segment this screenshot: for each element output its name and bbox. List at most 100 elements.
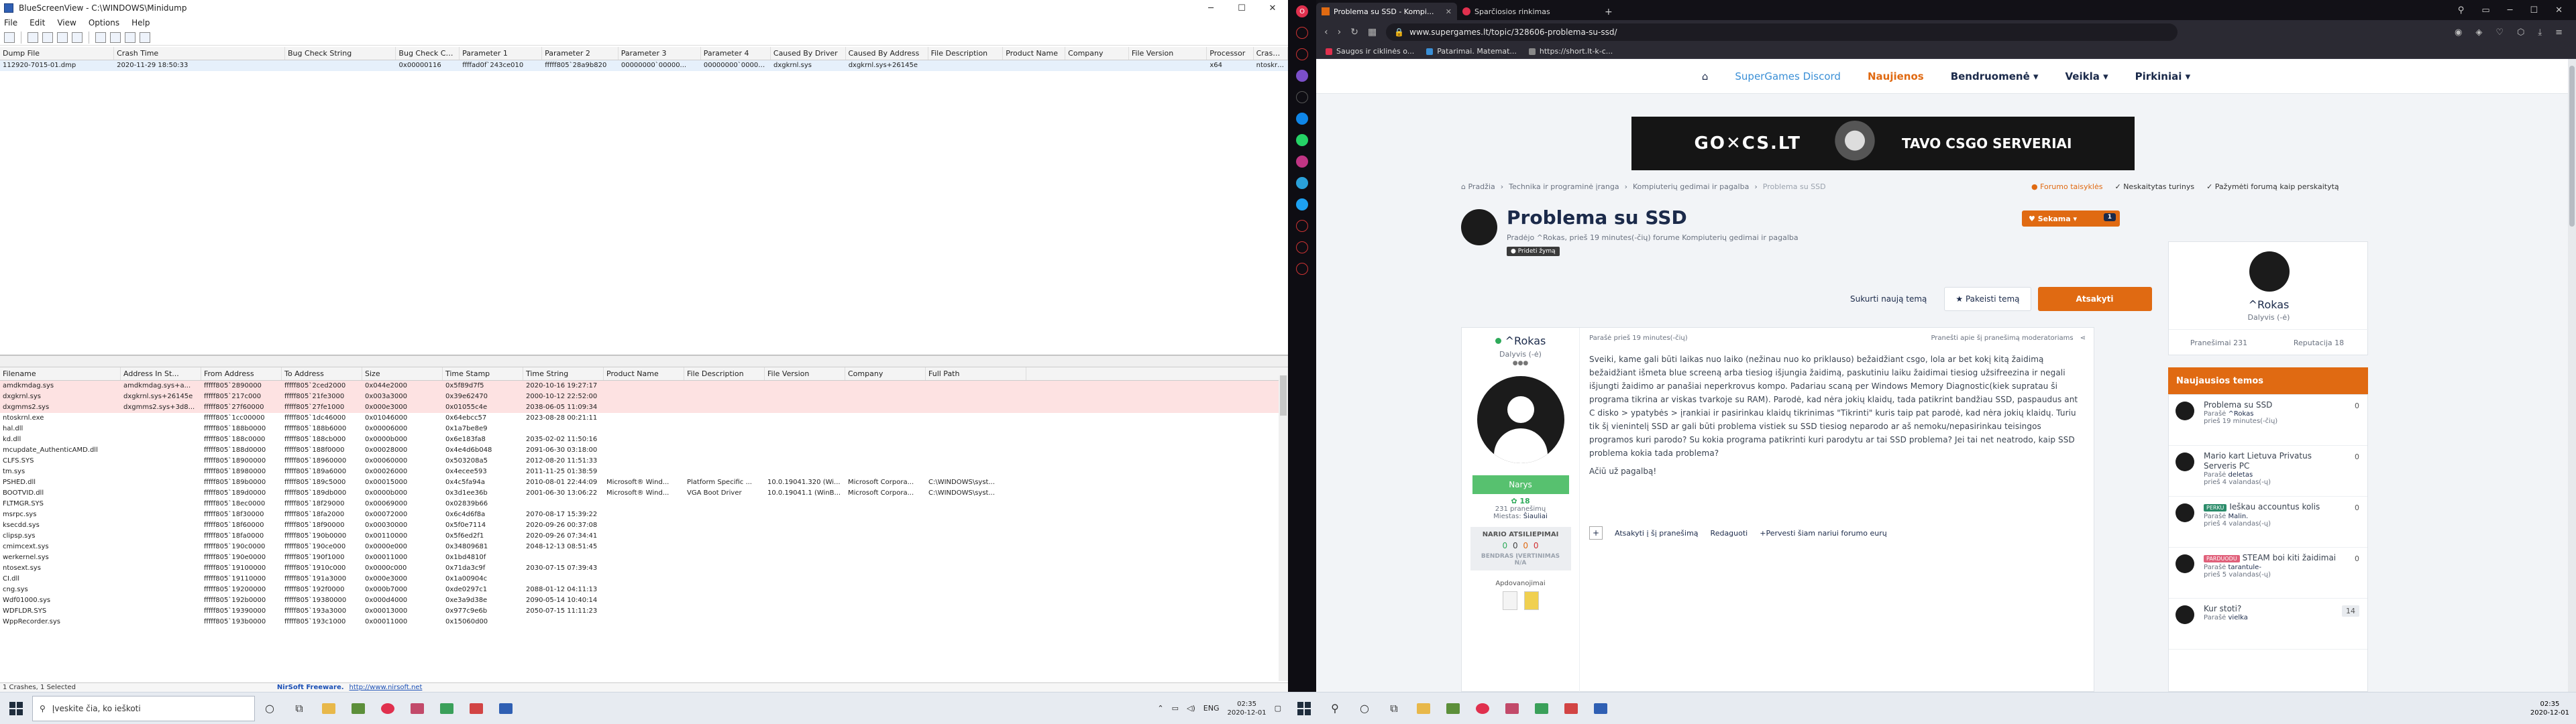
bluescreenview-taskbar-icon[interactable] — [491, 694, 521, 723]
column-header[interactable]: To Address — [282, 367, 362, 380]
table-row[interactable]: cmimcext.sys fffff805`190c0000 fffff805`19… — [0, 542, 1288, 552]
column-header[interactable]: Bug Check Code — [396, 47, 460, 60]
list-item[interactable]: Kur stoti? Parašė vielka 14 — [2169, 599, 2367, 650]
tab-problema-su-ssd[interactable]: Problema su SSD - Kompi... ✕ — [1316, 3, 1457, 20]
minimize-icon[interactable]: ─ — [1195, 0, 1226, 16]
menu-view[interactable]: View — [57, 18, 76, 27]
table-row[interactable]: msrpc.sys fffff805`18f30000 fffff805`18fa2… — [0, 509, 1288, 520]
forum-rules-link[interactable]: ● Forumo taisyklės — [2031, 182, 2102, 191]
table-row[interactable]: CLFS.SYS fffff805`18900000 fffff805`189600… — [0, 456, 1288, 467]
app-icon-red[interactable] — [1556, 694, 1586, 723]
tab-speed-dial[interactable]: Sparčiosios rinkimas — [1457, 3, 1598, 20]
start-button[interactable] — [1288, 692, 1320, 724]
task-view-icon[interactable]: ⧉ — [284, 694, 314, 723]
clock[interactable]: 02:35 2020-12-01 — [1227, 700, 1266, 717]
column-header[interactable]: File Version — [765, 367, 845, 380]
topic-title[interactable]: PERKU Ieškau accountus kolis — [2204, 502, 2341, 513]
nirsoft-link[interactable]: http://www.nirsoft.net — [350, 684, 423, 691]
app-icon-green[interactable] — [1527, 694, 1556, 723]
badge-icon[interactable] — [1502, 591, 1517, 610]
settings-icon[interactable] — [1296, 263, 1308, 275]
menu-help[interactable]: Help — [131, 18, 150, 27]
extensions-icon[interactable]: ⬡ — [2517, 27, 2524, 38]
reply-button[interactable]: Atsakyti — [2037, 287, 2152, 311]
nav-veikla[interactable]: Veikla ▾ — [2065, 70, 2108, 82]
refresh-icon[interactable] — [72, 32, 83, 43]
quote-button[interactable]: Atsakyti į šį pranešimą — [1615, 529, 1699, 538]
column-header[interactable]: Time Stamp — [443, 367, 523, 380]
crumb-gedimai[interactable]: Kompiuterių gedimai ir pagalba — [1633, 182, 1749, 191]
player-icon[interactable] — [1296, 241, 1308, 253]
table-row[interactable]: cng.sys fffff805`19200000 fffff805`192f000… — [0, 585, 1288, 595]
vpn-icon[interactable]: ◈ — [2475, 27, 2482, 38]
topic-title[interactable]: Mario kart Lietuva Privatus Serveris PC — [2204, 451, 2341, 471]
home-icon[interactable]: ⌂ — [1702, 70, 1709, 82]
column-header[interactable]: Bug Check String — [285, 47, 396, 60]
column-header[interactable]: Filename — [0, 367, 121, 380]
list-item[interactable]: PARDUODU STEAM boi kiti žaidimai Parašė ta… — [2169, 548, 2367, 599]
menu-edit[interactable]: Edit — [30, 18, 45, 27]
messenger-icon[interactable] — [1296, 113, 1308, 125]
column-header[interactable]: Parameter 2 — [542, 47, 619, 60]
menu-options[interactable]: Options — [89, 18, 119, 27]
table-row[interactable]: WppRecorder.sys fffff805`193b0000 fffff805… — [0, 617, 1288, 627]
column-header[interactable]: Parameter 4 — [701, 47, 771, 60]
card-name[interactable]: ^Rokas — [2169, 298, 2369, 311]
twitter-icon[interactable] — [1296, 198, 1308, 210]
column-header[interactable]: Parameter 3 — [619, 47, 701, 60]
bookmark-item[interactable]: Patarimai. Matemat... — [1426, 47, 1517, 56]
tab-close-icon[interactable]: ✕ — [1446, 7, 1452, 16]
column-header[interactable]: Product Name — [1003, 47, 1066, 60]
ad-banner[interactable]: GO✕CS.LT TAVO CSGO SERVERIAI — [1631, 117, 2135, 170]
search-google-icon[interactable] — [110, 32, 121, 43]
column-header[interactable]: Address In St... — [121, 367, 201, 380]
table-row[interactable]: ksecdd.sys fffff805`18f60000 fffff805`18f9… — [0, 520, 1288, 531]
reload-icon[interactable]: ↻ — [1350, 27, 1358, 38]
maximize-icon[interactable]: ☐ — [1226, 0, 1257, 16]
open-icon[interactable] — [4, 32, 15, 43]
network-icon[interactable]: ▭ — [1172, 704, 1179, 713]
column-header[interactable]: Crash Ad — [1254, 47, 1288, 60]
list-item[interactable]: Mario kart Lietuva Privatus Serveris PC P… — [2169, 446, 2367, 497]
search-icon[interactable]: ⚲ — [1320, 694, 1350, 723]
opera-gx-icon[interactable] — [1468, 694, 1497, 723]
cortana-icon[interactable]: ○ — [1350, 694, 1379, 723]
maximize-icon[interactable]: ☐ — [2530, 5, 2538, 15]
share-icon[interactable]: ⋖ — [2080, 335, 2086, 342]
close-icon[interactable]: ✕ — [1257, 0, 1288, 16]
topic-title[interactable]: Problema su SSD — [2204, 400, 2341, 410]
table-row[interactable]: WDFLDR.SYS fffff805`19390000 fffff805`193a… — [0, 606, 1288, 617]
copy-icon[interactable] — [42, 32, 53, 43]
taskbar-search[interactable]: ⚲ Įveskite čia, ko ieškoti — [32, 695, 255, 721]
report-icon[interactable] — [95, 32, 106, 43]
column-header[interactable]: Product Name — [604, 367, 684, 380]
table-row[interactable]: CI.dll fffff805`19110000 fffff805`191a3000… — [0, 574, 1288, 585]
photos-icon[interactable] — [402, 694, 432, 723]
new-topic-button[interactable]: Sukurti naują temą — [1839, 287, 1937, 311]
table-row[interactable]: Wdf01000.sys fffff805`192b0000 fffff805`19… — [0, 595, 1288, 606]
avatar[interactable] — [2249, 251, 2290, 292]
forward-icon[interactable]: › — [1338, 27, 1342, 38]
new-tab-icon[interactable]: + — [1598, 7, 1619, 20]
add-tag-button[interactable]: ● Prideti žymą — [1507, 247, 1560, 256]
exit-icon[interactable] — [140, 32, 150, 43]
topic-title[interactable]: Kur stoti? — [2204, 604, 2341, 614]
twitch-icon[interactable] — [1296, 70, 1308, 82]
minecraft-icon[interactable] — [343, 694, 373, 723]
table-row[interactable]: kd.dll fffff805`188c0000 fffff805`188cb000… — [0, 434, 1288, 445]
minimize-icon[interactable]: ─ — [2508, 5, 2513, 15]
menu-file[interactable]: File — [4, 18, 17, 27]
snap-icon[interactable]: ▭ — [2481, 5, 2489, 15]
language-indicator[interactable]: ENG — [1203, 704, 1220, 713]
driver-list-scrollbar[interactable] — [1279, 375, 1288, 681]
download-icon[interactable]: ⤓ — [2538, 27, 2542, 38]
unread-content-link[interactable]: ✓ Neskaitytas turinys — [2114, 182, 2194, 191]
column-header[interactable]: Company — [845, 367, 926, 380]
app-icon-red[interactable] — [462, 694, 491, 723]
post-time[interactable]: Parašė prieš 19 minutes(-čių) — [1589, 335, 1688, 342]
crumb-home[interactable]: ⌂ Pradžia — [1461, 182, 1495, 191]
table-row[interactable]: mcupdate_AuthenticAMD.dll fffff805`188d00… — [0, 445, 1288, 456]
bookmark-item[interactable]: Saugos ir ciklinės o... — [1326, 47, 1414, 56]
page-scrollbar[interactable] — [2568, 59, 2576, 692]
column-header[interactable]: File Description — [928, 47, 1004, 60]
